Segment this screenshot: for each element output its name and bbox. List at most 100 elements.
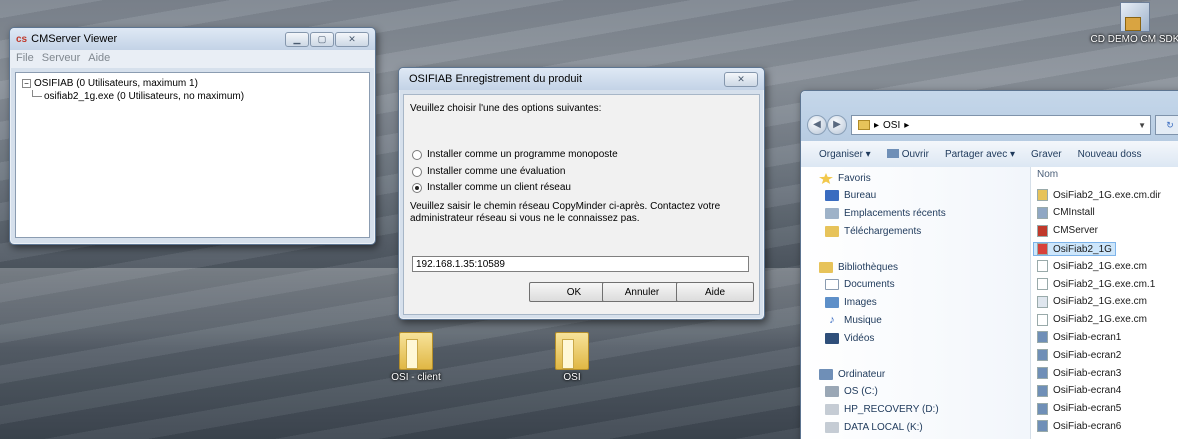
chevron-down-icon[interactable]: ▼: [1138, 121, 1146, 130]
option-client-reseau[interactable]: Installer comme un client réseau: [412, 182, 571, 193]
nav-drive-c[interactable]: OS (C:): [825, 386, 878, 397]
nav-images[interactable]: Images: [825, 297, 877, 308]
nav-favoris[interactable]: Favoris: [819, 173, 871, 184]
radio-selected-icon[interactable]: [412, 182, 422, 193]
nav-label: Téléchargements: [844, 226, 922, 237]
nav-bibliotheques[interactable]: Bibliothèques: [819, 262, 898, 273]
file-row[interactable]: CMServer: [1037, 224, 1098, 237]
file-row[interactable]: OsiFiab2_1G.exe.cm: [1037, 313, 1147, 326]
file-row[interactable]: CMInstall: [1037, 206, 1095, 219]
dialog-titlebar[interactable]: OSIFIAB Enregistrement du produit ✕: [399, 68, 764, 90]
cmserver-titlebar[interactable]: cs CMServer Viewer ▁ ▢ ✕: [10, 28, 375, 50]
cmd-nouveau-dossier[interactable]: Nouveau doss: [1078, 149, 1142, 160]
cmd-label: Ouvrir: [901, 148, 929, 160]
file-name: OsiFiab2_1G.exe.cm.1: [1053, 278, 1156, 290]
music-note-icon: ♪: [829, 314, 835, 326]
collapse-icon[interactable]: −: [22, 78, 31, 88]
option-label: Installer comme un client réseau: [427, 182, 571, 193]
radio-icon[interactable]: [412, 149, 422, 160]
file-row[interactable]: OsiFiab-ecran4: [1037, 384, 1121, 397]
nav-ordinateur[interactable]: Ordinateur: [819, 369, 885, 380]
desktop-folder-osi-client[interactable]: OSI - client: [371, 332, 461, 383]
file-row[interactable]: OsiFiab-ecran6: [1037, 420, 1122, 433]
cmd-organiser[interactable]: Organiser ▾: [819, 149, 871, 160]
server-tree: − OSIFIAB (0 Utilisateurs, maximum 1) osi…: [15, 72, 370, 238]
recent-places-icon: [825, 208, 839, 219]
nav-videos[interactable]: Vidéos: [825, 333, 874, 344]
back-arrow-icon[interactable]: ◀: [807, 115, 827, 135]
tree-node-label: OSIFIAB (0 Utilisateurs, maximum 1): [34, 78, 198, 89]
column-header-name[interactable]: Nom: [1037, 169, 1058, 180]
close-button[interactable]: ✕: [335, 31, 369, 47]
nav-musique[interactable]: ♪ Musique: [825, 314, 882, 327]
file-row[interactable]: OsiFiab2_1G.exe.cm.dir: [1037, 189, 1161, 201]
close-button[interactable]: ✕: [724, 71, 758, 87]
desktop-icon-label: OSI: [563, 372, 581, 383]
drive-icon: [825, 386, 839, 397]
minimize-button[interactable]: ▁: [285, 31, 309, 47]
cmd-graver[interactable]: Graver: [1031, 149, 1062, 160]
cmd-ouvrir[interactable]: Ouvrir: [886, 148, 929, 160]
nav-emplacements-recents[interactable]: Emplacements récents: [825, 208, 946, 219]
explorer-panes: Favoris Bureau Emplacements récents Télé…: [801, 167, 1178, 439]
file-row[interactable]: OsiFiab2_1G.exe.cm: [1037, 295, 1147, 308]
radio-icon[interactable]: [412, 166, 422, 177]
menu-file[interactable]: File: [16, 52, 34, 66]
dialog-body: Veuillez choisir l'une des options suiva…: [403, 94, 760, 315]
nav-drive-k[interactable]: DATA LOCAL (K:): [825, 422, 923, 433]
file-row[interactable]: OsiFiab-ecran5: [1037, 402, 1122, 415]
tree-connector: [32, 90, 42, 97]
downloads-icon: [825, 226, 839, 237]
pictures-icon: [825, 297, 839, 308]
tree-node-child[interactable]: osifiab2_1g.exe (0 Utilisateurs, no maxi…: [22, 90, 363, 103]
breadcrumb-osi[interactable]: OSI: [883, 120, 900, 131]
file-row[interactable]: OsiFiab-ecran3: [1037, 367, 1121, 379]
file-name: OsiFiab-ecran3: [1053, 367, 1122, 379]
help-button[interactable]: Aide: [676, 282, 754, 302]
file-name: OsiFiab-ecran6: [1053, 420, 1122, 432]
nav-label: Documents: [844, 279, 895, 290]
file-name: OsiFiab2_1G: [1053, 243, 1112, 255]
nav-label: DATA LOCAL (K:): [844, 422, 923, 433]
nav-documents[interactable]: Documents: [825, 279, 895, 290]
file-name: CMInstall: [1053, 207, 1095, 219]
navigation-pane: Favoris Bureau Emplacements récents Télé…: [801, 167, 1031, 439]
desktop-folder-osi[interactable]: OSI: [527, 332, 617, 383]
desktop-setup-cd-demo[interactable]: CD DEMO CM SDK: [1090, 2, 1178, 45]
network-path-input[interactable]: [412, 256, 749, 272]
menu-serveur[interactable]: Serveur: [42, 52, 81, 66]
cancel-button[interactable]: Annuler: [602, 282, 682, 302]
file-row[interactable]: OsiFiab-ecran1: [1037, 331, 1121, 344]
breadcrumb-separator-icon: ▸: [874, 119, 880, 131]
file-row[interactable]: OsiFiab2_1G.exe.cm: [1037, 260, 1147, 273]
nav-drive-d[interactable]: HP_RECOVERY (D:): [825, 404, 939, 415]
videos-icon: [825, 333, 839, 344]
option-evaluation[interactable]: Installer comme une évaluation: [412, 166, 565, 177]
file-icon: [1037, 206, 1048, 219]
file-row[interactable]: OsiFiab2_1G: [1033, 242, 1116, 257]
open-icon: [886, 149, 899, 159]
option-monoposte[interactable]: Installer comme un programme monoposte: [412, 149, 618, 160]
cmd-label: Partager avec: [944, 148, 1008, 160]
maximize-button[interactable]: ▢: [310, 31, 334, 47]
folder-icon: [858, 120, 870, 130]
refresh-icon[interactable]: ↻: [1155, 115, 1178, 135]
address-bar[interactable]: ▸ OSI ▸ ▼: [851, 115, 1151, 135]
file-row[interactable]: OsiFiab-ecran2: [1037, 349, 1121, 362]
breadcrumb-separator-icon: ▸: [904, 119, 910, 131]
cmserver-app-icon: cs: [16, 33, 28, 45]
forward-arrow-icon[interactable]: ▶: [827, 115, 847, 135]
file-row[interactable]: OsiFiab2_1G.exe.cm.1: [1037, 278, 1155, 290]
folder-icon: [555, 332, 589, 370]
dialog-prompt: Veuillez choisir l'une des options suiva…: [410, 103, 602, 114]
nav-bureau[interactable]: Bureau: [825, 190, 876, 201]
file-list: Nom OsiFiab2_1G.exe.cm.dir CMInstall CMSer…: [1031, 167, 1178, 439]
nav-telechargements[interactable]: Téléchargements: [825, 226, 921, 237]
file-name: OsiFiab-ecran5: [1053, 403, 1122, 415]
tree-node-root[interactable]: − OSIFIAB (0 Utilisateurs, maximum 1): [22, 77, 363, 90]
file-name: OsiFiab2_1G.exe.cm: [1053, 260, 1147, 272]
menu-aide[interactable]: Aide: [88, 52, 110, 66]
file-icon: [1037, 349, 1048, 362]
cmd-partager[interactable]: Partager avec ▾: [945, 149, 1015, 160]
drive-icon: [825, 404, 839, 415]
